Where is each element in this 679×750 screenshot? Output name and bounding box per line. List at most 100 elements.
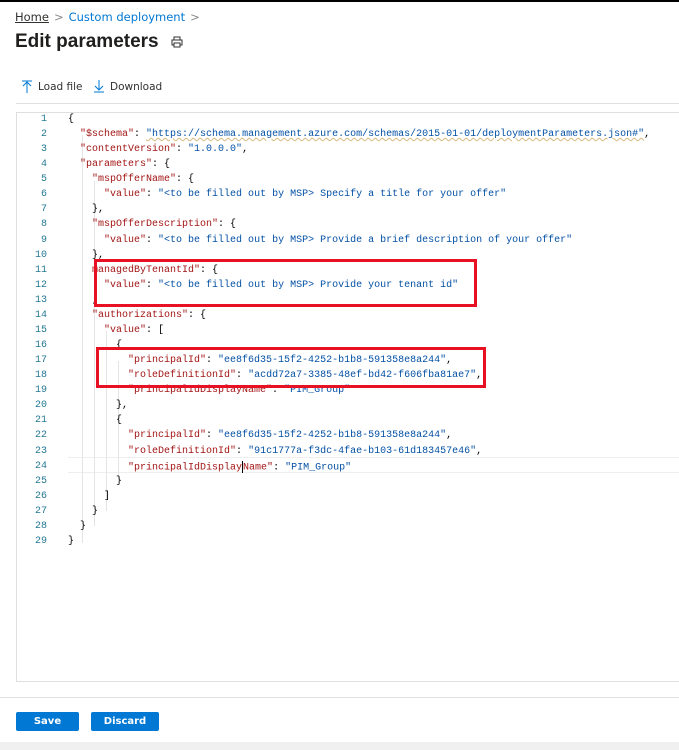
json-punctuation: }, (68, 204, 105, 216)
print-icon[interactable] (170, 35, 184, 49)
json-punctuation: : { (152, 159, 171, 171)
code-line: "mspOfferDescription": { (68, 219, 236, 230)
json-punctuation: : (273, 462, 286, 474)
line-number: 2 (40, 129, 47, 141)
json-key: "$schema" (80, 129, 135, 141)
load-file-label: Load file (38, 80, 83, 93)
json-key: "principalIdDisplay (128, 462, 243, 474)
json-punctuation (68, 174, 92, 185)
line-number: 26 (34, 490, 47, 502)
line-number: 9 (40, 234, 47, 246)
footer-divider (0, 697, 679, 698)
code-line: }, (68, 400, 128, 411)
json-string: "https://schema.management.azure.com/sch… (146, 129, 645, 141)
code-line: "mspOfferName": { (68, 174, 194, 185)
json-key: "contentVersion" (80, 144, 177, 156)
download-button[interactable]: Download (94, 80, 162, 93)
line-number: 23 (34, 445, 47, 457)
json-punctuation: : { (176, 174, 195, 186)
download-label: Download (110, 80, 163, 93)
horizontal-scrollbar[interactable] (0, 742, 679, 750)
line-number: 14 (34, 309, 47, 321)
json-punctuation: , (446, 430, 453, 442)
discard-button[interactable]: Discard (91, 712, 159, 731)
line-number: 28 (34, 520, 47, 532)
json-punctuation: { (68, 415, 123, 427)
json-punctuation: } (68, 475, 123, 487)
json-key: "principalId" (128, 430, 207, 442)
json-punctuation: : { (218, 219, 237, 231)
json-punctuation (68, 462, 128, 473)
load-file-button[interactable]: Load file (22, 80, 83, 93)
code-line: } (68, 476, 122, 487)
line-number: 11 (34, 264, 47, 276)
code-line: "authorizations": { (68, 310, 206, 321)
json-punctuation: { (68, 114, 75, 125)
json-key: "value" (104, 324, 147, 336)
code-line: "parameters": { (68, 159, 170, 170)
json-string: "<to be filled out by MSP> Specify a tit… (158, 189, 507, 201)
json-string: "91c1777a-f3dc-4fae-b103-61d183457e46" (248, 445, 477, 457)
json-punctuation (68, 189, 104, 200)
json-punctuation: } (68, 520, 87, 532)
json-punctuation: , (476, 445, 483, 457)
json-punctuation: : (176, 144, 189, 156)
indent-guide (94, 181, 95, 526)
json-punctuation: ] (68, 490, 111, 502)
download-icon (94, 80, 104, 93)
save-button[interactable]: Save (16, 712, 79, 731)
json-key: Name" (243, 462, 274, 474)
code-line: } (68, 521, 86, 532)
json-punctuation: : (134, 129, 147, 141)
line-number: 8 (40, 219, 47, 231)
json-punctuation: : (146, 234, 159, 246)
json-key: "roleDefinitionId" (128, 445, 237, 457)
line-number: 13 (34, 294, 47, 306)
json-punctuation: : (206, 430, 219, 442)
code-line: } (68, 506, 98, 517)
code-line: "$schema": "https://schema.management.az… (68, 129, 650, 140)
line-number: 19 (34, 385, 47, 397)
json-key: "value" (104, 189, 147, 201)
code-line: "contentVersion": "1.0.0.0", (68, 144, 248, 155)
json-punctuation: , (242, 144, 249, 156)
chevron-right-icon: > (190, 10, 200, 24)
highlight-box-tenant-id (94, 259, 477, 307)
json-punctuation: , (644, 129, 651, 141)
json-punctuation (68, 310, 92, 321)
json-punctuation (68, 235, 104, 246)
breadcrumb-custom-deployment[interactable]: Custom deployment (69, 10, 186, 24)
code-line: }, (68, 204, 104, 215)
line-number: 22 (34, 430, 47, 442)
line-number: 6 (40, 189, 47, 201)
json-punctuation (68, 325, 104, 336)
line-number: 4 (40, 159, 47, 171)
json-key: "mspOfferName" (92, 174, 177, 186)
json-string: "PIM_Group" (285, 462, 352, 474)
code-line: } (68, 536, 74, 547)
json-punctuation (68, 129, 80, 140)
upload-icon (22, 80, 32, 93)
json-punctuation (68, 144, 80, 155)
chevron-right-icon: > (53, 10, 64, 24)
code-line: "value": [ (68, 325, 164, 336)
code-line: "roleDefinitionId": "91c1777a-f3dc-4fae-… (68, 446, 482, 457)
breadcrumb-home[interactable]: Home (15, 10, 49, 24)
line-number: 10 (34, 249, 47, 261)
json-string: "<to be filled out by MSP> Provide a bri… (158, 234, 573, 246)
json-editor[interactable]: 1 2 3 4 5 6 7 8 9 10 11 12 13 14 15 16 17 18 19 20 21 22 23 24 2… (16, 112, 679, 682)
line-number: 5 (40, 174, 47, 186)
json-punctuation: : (146, 189, 159, 201)
line-number: 25 (34, 475, 47, 487)
code-line: ] (68, 491, 110, 502)
code-line: "value": "<to be filled out by MSP> Prov… (68, 235, 572, 246)
line-number: 3 (40, 144, 47, 156)
line-number: 7 (40, 204, 47, 216)
json-key: "authorizations" (92, 309, 189, 321)
breadcrumb: Home > Custom deployment > (15, 10, 205, 24)
line-number: 1 (40, 114, 47, 125)
json-punctuation: : [ (146, 324, 165, 336)
json-key: "value" (104, 234, 147, 246)
json-punctuation: }, (68, 400, 129, 412)
json-string: "1.0.0.0" (188, 144, 243, 156)
